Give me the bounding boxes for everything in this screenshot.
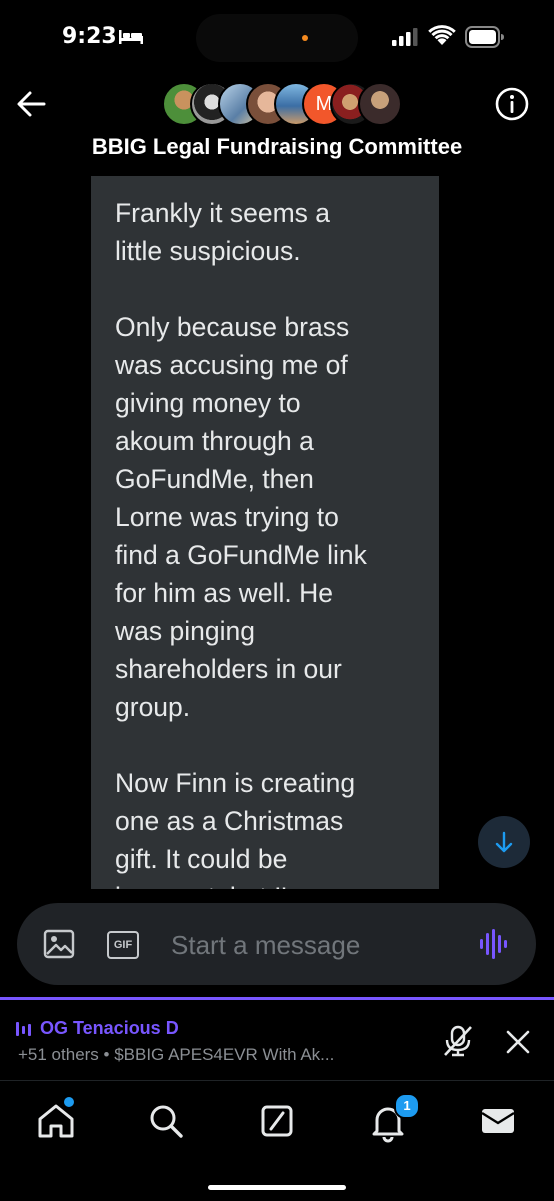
arrow-down-icon: [495, 831, 513, 853]
bottom-tab-bar: 1: [0, 1080, 554, 1201]
conversation-title[interactable]: BBIG Legal Fundraising Committee: [0, 134, 554, 160]
conversation-header: M BBIG Legal Fundraising Committee: [0, 82, 554, 176]
gif-button[interactable]: GIF: [107, 931, 139, 959]
scroll-to-bottom-button[interactable]: [478, 816, 530, 868]
home-unread-dot: [62, 1095, 76, 1109]
search-icon[interactable]: [144, 1099, 188, 1143]
wifi-icon: [428, 25, 456, 45]
grok-icon[interactable]: [255, 1099, 299, 1143]
privacy-indicator-dot: [302, 35, 308, 41]
mic-off-icon[interactable]: [442, 1024, 474, 1058]
status-bar: 9:23: [0, 0, 554, 82]
cellular-signal-icon: [392, 28, 418, 46]
messages-envelope-icon[interactable]: [476, 1099, 520, 1143]
voice-message-icon[interactable]: [479, 929, 509, 959]
live-space-bar[interactable]: OG Tenacious D +51 others • $BBIG APES4E…: [0, 997, 554, 1080]
back-arrow-icon[interactable]: [12, 86, 52, 122]
message-input[interactable]: [169, 919, 463, 971]
dynamic-island: [196, 14, 358, 62]
space-subtitle: +51 others • $BBIG APES4EVR With Ak...: [18, 1045, 335, 1064]
battery-icon: [465, 26, 504, 48]
message-composer: GIF: [17, 903, 536, 985]
message-text: Frankly it seems a little suspicious. On…: [115, 198, 367, 889]
composer-bar: GIF: [0, 889, 554, 997]
space-title: OG Tenacious D: [40, 1018, 179, 1038]
notification-count-badge: 1: [394, 1093, 420, 1119]
avatar: [358, 82, 402, 126]
message-bubble[interactable]: Frankly it seems a little suspicious. On…: [91, 176, 439, 889]
info-icon[interactable]: [494, 86, 530, 122]
message-list[interactable]: Frankly it seems a little suspicious. On…: [0, 176, 554, 889]
space-audio-icon: [16, 1022, 31, 1036]
sleep-focus-icon: [119, 30, 143, 44]
image-icon[interactable]: [43, 929, 75, 959]
close-icon[interactable]: [506, 1030, 530, 1054]
home-indicator: [208, 1185, 346, 1190]
status-time: 9:23: [62, 24, 117, 49]
